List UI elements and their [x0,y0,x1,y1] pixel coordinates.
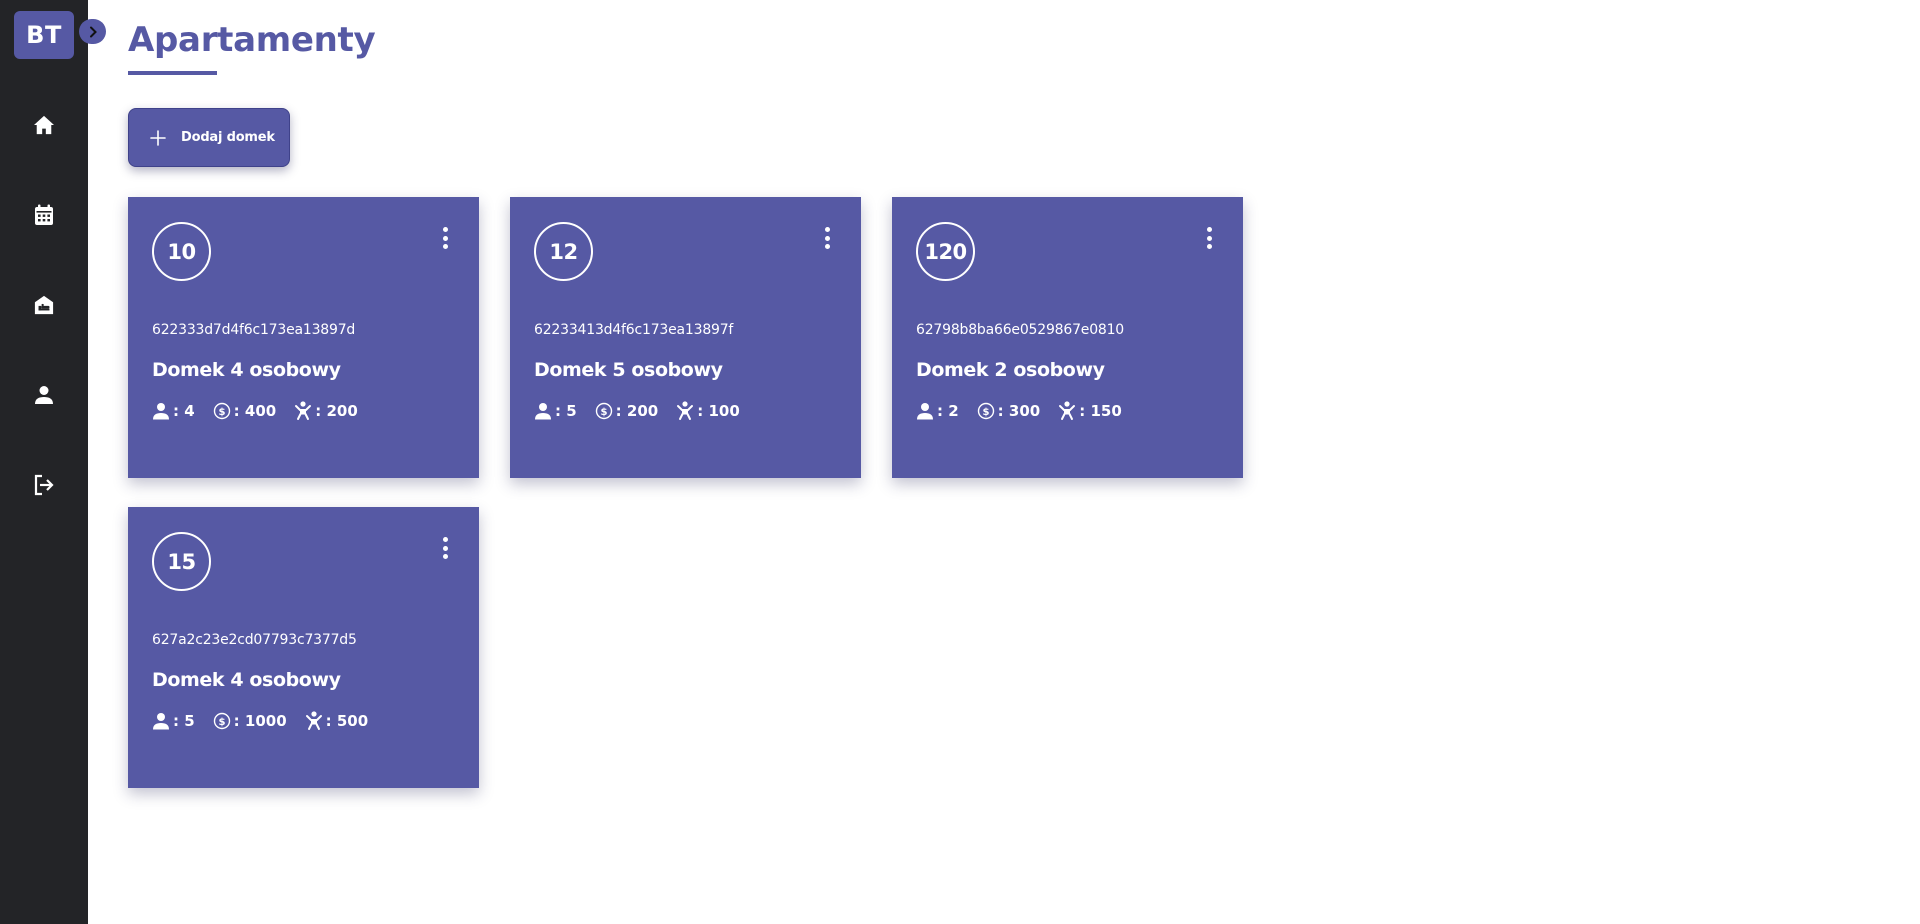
apartment-id: 627a2c23e2cd07793c7377d5 [152,632,357,648]
more-vert-icon [824,227,830,232]
apartment-number-badge: 12 [534,222,593,281]
sidebar: BT [0,0,88,924]
page-title: Apartamenty [128,20,376,60]
more-vert-icon [442,227,448,232]
calendar-icon [35,204,53,225]
card-menu-button[interactable] [1201,225,1217,251]
person-icon [153,403,169,420]
dollar-icon: $ [595,402,612,420]
apartment-id: 622333d7d4f6c173ea13897d [152,322,356,338]
add-house-button[interactable]: Dodaj domek [128,108,290,167]
price-value: : 1000 [233,712,287,730]
svg-text:$: $ [218,717,225,728]
price-value: : 400 [233,402,277,420]
more-vert-icon [442,537,448,542]
apartment-card[interactable]: 10 622333d7d4f6c173ea13897d Domek 4 osob… [128,197,479,478]
title-underline [128,71,217,75]
person-icon [917,403,933,420]
child-price-value: : 150 [1079,402,1122,420]
chevron-right-icon [89,26,97,37]
apartment-id: 62798b8ba66e0529867e0810 [916,322,1125,338]
dollar-icon: $ [213,712,230,730]
child-price-value: : 100 [697,402,740,420]
child-icon [295,401,312,420]
apartment-name: Domek 4 osobowy [152,359,341,381]
persons-value: : 4 [173,402,195,420]
child-icon [677,401,694,420]
svg-text:$: $ [218,407,225,418]
apartment-number-badge: 15 [152,532,211,591]
apartment-name: Domek 2 osobowy [916,359,1105,381]
dollar-icon: $ [977,402,994,420]
svg-text:$: $ [600,407,607,418]
apartment-number-badge: 120 [916,222,975,281]
apartment-number-badge: 10 [152,222,211,281]
sidebar-item-logout[interactable] [0,459,88,511]
price-value: : 300 [997,402,1041,420]
sidebar-item-calendar[interactable] [0,189,88,241]
dollar-icon: $ [213,402,230,420]
persons-value: : 5 [555,402,577,420]
child-price-value: : 500 [325,712,369,730]
child-icon [305,711,322,730]
sidebar-item-apartments[interactable] [0,279,88,331]
apartment-stats: : 2 $ : 300 : 150 [916,401,1140,421]
plus-icon [150,129,166,146]
app-logo[interactable]: BT [14,11,74,59]
child-icon [1059,401,1076,420]
apartment-name: Domek 4 osobowy [152,669,341,691]
sidebar-item-users[interactable] [0,369,88,421]
persons-value: : 2 [937,402,959,420]
price-value: : 200 [615,402,659,420]
apartment-card[interactable]: 12 62233413d4f6c173ea13897f Domek 5 osob… [510,197,861,478]
svg-text:$: $ [982,407,989,418]
person-icon [153,713,169,730]
apartment-stats: : 4 $ : 400 : 200 [152,401,376,421]
sidebar-toggle-button[interactable] [79,19,106,44]
apartment-name: Domek 5 osobowy [534,359,723,381]
home-icon [34,115,54,135]
sidebar-item-home[interactable] [0,99,88,151]
logout-icon [34,474,54,496]
apartment-stats: : 5 $ : 1000 : 500 [152,711,386,731]
persons-value: : 5 [173,712,195,730]
more-vert-icon [1206,227,1212,232]
person-icon [535,403,551,420]
add-house-label: Dodaj domek [181,130,275,145]
card-menu-button[interactable] [819,225,835,251]
user-icon [35,386,53,404]
child-price-value: : 200 [315,402,358,420]
apartment-id: 62233413d4f6c173ea13897f [534,322,734,338]
apartment-stats: : 5 $ : 200 : 100 [534,401,758,421]
house-bed-icon [34,295,54,315]
apartment-card[interactable]: 120 62798b8ba66e0529867e0810 Domek 2 oso… [892,197,1243,478]
card-menu-button[interactable] [437,535,453,561]
card-menu-button[interactable] [437,225,453,251]
apartment-card[interactable]: 15 627a2c23e2cd07793c7377d5 Domek 4 osob… [128,507,479,788]
